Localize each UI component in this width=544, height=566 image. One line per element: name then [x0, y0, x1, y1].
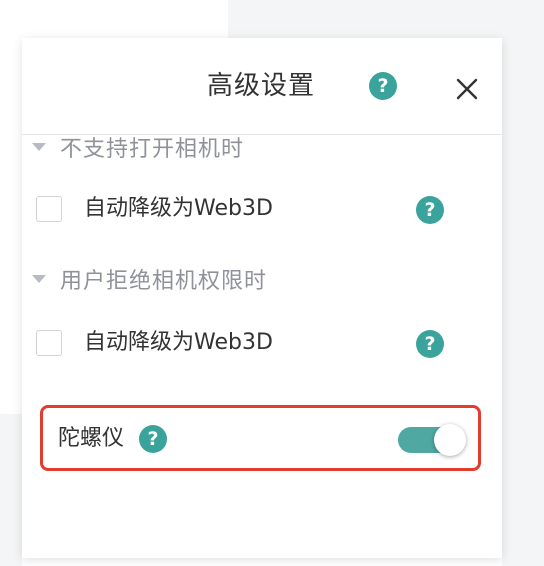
section-heading-camera-denied[interactable]: 用户拒绝相机权限时: [32, 264, 267, 294]
close-icon: [456, 78, 478, 100]
question-circle-icon[interactable]: ?: [139, 425, 167, 453]
background-panel: [228, 0, 544, 38]
option-row-web3d-fallback-denied: 自动降级为Web3D ?: [36, 328, 446, 360]
background-panel: [502, 0, 544, 566]
dialog-header: 高级设置 ?: [22, 38, 502, 135]
option-label: 自动降级为Web3D: [84, 330, 273, 355]
caret-down-icon: [32, 143, 46, 151]
option-label: 自动降级为Web3D: [84, 196, 273, 221]
advanced-settings-dialog: 高级设置 ?: [22, 38, 502, 558]
question-circle-icon[interactable]: ?: [416, 196, 444, 224]
close-button[interactable]: [454, 76, 480, 102]
toggle-knob: [434, 424, 466, 456]
question-circle-icon[interactable]: ?: [369, 72, 397, 100]
section-heading-text: 用户拒绝相机权限时: [60, 269, 268, 294]
caret-down-icon: [32, 275, 46, 283]
dialog-title: 高级设置: [207, 71, 316, 101]
web3d-fallback-checkbox[interactable]: [36, 196, 62, 222]
section-heading-text: 不支持打开相机时: [60, 137, 245, 162]
background-panel: [0, 414, 22, 566]
section-heading-camera-unsupported[interactable]: 不支持打开相机时: [32, 132, 244, 162]
question-circle-icon[interactable]: ?: [416, 330, 444, 358]
gyroscope-toggle[interactable]: [398, 424, 468, 456]
gyroscope-label: 陀螺仪: [58, 426, 125, 451]
option-row-web3d-fallback-unsupported: 自动降级为Web3D ?: [36, 194, 446, 226]
web3d-fallback-checkbox[interactable]: [36, 330, 62, 356]
